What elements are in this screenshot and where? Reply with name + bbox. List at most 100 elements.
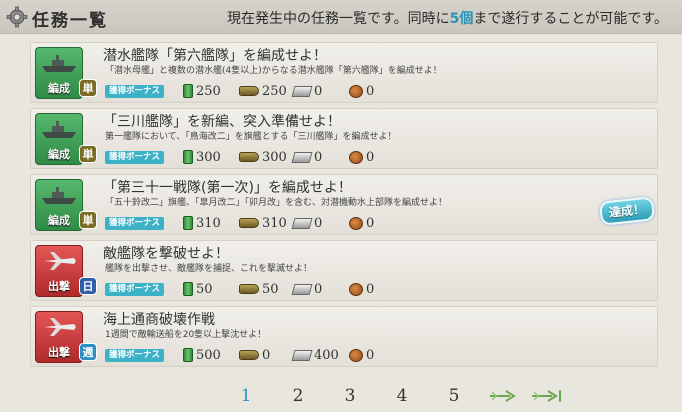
quest-row[interactable]: 出撃 日 敵艦隊を撃破せよ！ 艦隊を出撃させ、敵艦隊を捕捉、これを撃滅せよ！ 獲… xyxy=(30,240,658,301)
category-label: 編成 xyxy=(48,148,70,161)
notice-text-pre: 現在発生中の任務一覧です。同時に xyxy=(227,11,450,27)
reward-ammo-value: 50 xyxy=(262,281,279,297)
reward-bauxite-value: 0 xyxy=(366,347,375,363)
reward-fuel: 250 xyxy=(183,83,221,99)
reward-ammo: 250 xyxy=(239,83,287,99)
page-button-4[interactable]: 4 xyxy=(376,386,428,406)
quest-row[interactable]: 編成 単 「第三十一戦隊(第一次)」を編成せよ！ 「五十鈴改二」旗艦、「皐月改二… xyxy=(30,174,658,235)
bauxite-icon xyxy=(349,282,363,296)
reward-fuel-value: 50 xyxy=(196,281,213,297)
bauxite-icon xyxy=(349,150,363,164)
frequency-badge: 単 xyxy=(79,79,97,97)
reward-steel: 0 xyxy=(291,281,323,297)
fuel-icon xyxy=(183,84,193,98)
fuel-icon xyxy=(183,150,193,164)
quest-title: 敵艦隊を撃破せよ！ xyxy=(103,246,229,262)
ammo-icon xyxy=(239,350,259,360)
reward-steel-value: 0 xyxy=(314,215,323,231)
category-badge-compose: 編成 xyxy=(35,47,83,99)
quest-description: 艦隊を出撃させ、敵艦隊を捕捉、これを撃滅せよ！ xyxy=(105,264,313,274)
bauxite-icon xyxy=(349,348,363,362)
quest-row[interactable]: 編成 単 潜水艦隊「第六艦隊」を編成せよ！ 「潜水母艦」と複数の潜水艦(4隻以上… xyxy=(30,42,658,103)
quest-row[interactable]: 出撃 週 海上通商破壊作戦 1週間で敵輸送船を20隻以上撃沈せよ！ 獲得ボーナス… xyxy=(30,306,658,367)
ammo-icon xyxy=(239,284,259,294)
steel-icon xyxy=(291,283,313,295)
bonus-badge: 獲得ボーナス xyxy=(105,217,165,230)
reward-fuel-value: 310 xyxy=(196,215,221,231)
reward-steel-value: 0 xyxy=(314,149,323,165)
notice-text-post: まで遂行することが可能です。 xyxy=(473,11,668,27)
header-notice: 現在発生中の任務一覧です。同時に5個まで遂行することが可能です。 xyxy=(227,8,668,28)
ammo-icon xyxy=(239,152,259,162)
ammo-icon xyxy=(239,86,259,96)
frequency-badge: 単 xyxy=(79,211,97,229)
reward-bauxite: 0 xyxy=(349,83,374,99)
quest-description: 第一艦隊において、「鳥海改二」を旗艦とする「三川艦隊」を編成せよ！ xyxy=(105,132,397,142)
quest-title: 「第三十一戦隊(第一次)」を編成せよ！ xyxy=(103,180,352,196)
reward-fuel: 50 xyxy=(183,281,213,297)
quest-description: 「潜水母艦」と複数の潜水艦(4隻以上)からなる潜水艦隊「第六艦隊」を編成せよ！ xyxy=(105,66,442,76)
reward-steel: 0 xyxy=(291,83,323,99)
aircraft-icon xyxy=(44,318,76,336)
reward-fuel-value: 250 xyxy=(196,83,221,99)
bonus-badge: 獲得ボーナス xyxy=(105,349,165,362)
reward-bauxite-value: 0 xyxy=(366,83,375,99)
bauxite-icon xyxy=(349,216,363,230)
category-label: 出撃 xyxy=(48,280,70,293)
reward-steel: 0 xyxy=(291,215,323,231)
category-badge-sortie: 出撃 xyxy=(35,245,83,297)
bonus-badge: 獲得ボーナス xyxy=(105,151,165,164)
reward-ammo: 0 xyxy=(239,347,270,363)
reward-steel-value: 0 xyxy=(314,281,323,297)
category-badge-compose: 編成 xyxy=(35,113,83,165)
quest-row[interactable]: 編成 単 「三川艦隊」を新編、突入準備せよ！ 第一艦隊において、「鳥海改二」を旗… xyxy=(30,108,658,169)
bauxite-icon xyxy=(349,84,363,98)
page-button-2[interactable]: 2 xyxy=(272,386,324,406)
page-button-3[interactable]: 3 xyxy=(324,386,376,406)
quest-title: 潜水艦隊「第六艦隊」を編成せよ！ xyxy=(103,48,327,64)
steel-icon xyxy=(291,349,313,361)
reward-ammo-value: 300 xyxy=(262,149,287,165)
warship-icon xyxy=(42,187,76,204)
pagination: 1 2 3 4 5 xyxy=(220,384,564,408)
category-badge-compose: 編成 xyxy=(35,179,83,231)
reward-fuel: 300 xyxy=(183,149,221,165)
page-button-1[interactable]: 1 xyxy=(220,386,272,406)
reward-bauxite: 0 xyxy=(349,215,374,231)
page-button-5[interactable]: 5 xyxy=(428,386,480,406)
reward-ammo-value: 310 xyxy=(262,215,287,231)
steel-icon xyxy=(291,151,313,163)
category-label: 編成 xyxy=(48,82,70,95)
steel-icon xyxy=(291,217,313,229)
reward-bauxite-value: 0 xyxy=(366,281,375,297)
reward-fuel: 310 xyxy=(183,215,221,231)
reward-steel-value: 400 xyxy=(314,347,339,363)
page-title: 任務一覧 xyxy=(32,11,108,31)
aircraft-icon xyxy=(44,252,76,270)
fuel-icon xyxy=(183,282,193,296)
reward-bauxite-value: 0 xyxy=(366,149,375,165)
header-bar: 任務一覧 現在発生中の任務一覧です。同時に5個まで遂行することが可能です。 xyxy=(0,0,682,34)
reward-fuel-value: 500 xyxy=(196,347,221,363)
frequency-badge: 日 xyxy=(79,277,97,295)
ammo-icon xyxy=(239,218,259,228)
reward-ammo: 50 xyxy=(239,281,279,297)
bonus-badge: 獲得ボーナス xyxy=(105,283,165,296)
warship-icon xyxy=(42,121,76,138)
next-page-icon[interactable] xyxy=(488,388,522,404)
fuel-icon xyxy=(183,216,193,230)
last-page-icon[interactable] xyxy=(530,388,564,404)
warship-icon xyxy=(42,55,76,72)
quest-list: 編成 単 潜水艦隊「第六艦隊」を編成せよ！ 「潜水母艦」と複数の潜水艦(4隻以上… xyxy=(30,42,658,372)
reward-steel-value: 0 xyxy=(314,83,323,99)
reward-steel: 0 xyxy=(291,149,323,165)
reward-bauxite: 0 xyxy=(349,347,374,363)
reward-ammo-value: 250 xyxy=(262,83,287,99)
reward-bauxite-value: 0 xyxy=(366,215,375,231)
reward-fuel-value: 300 xyxy=(196,149,221,165)
reward-fuel: 500 xyxy=(183,347,221,363)
reward-ammo-value: 0 xyxy=(262,347,271,363)
quest-description: 「五十鈴改二」旗艦、「皐月改二」「卯月改」を含む、対潜機動水上部隊を編成せよ！ xyxy=(105,198,448,208)
steel-icon xyxy=(291,85,313,97)
bonus-badge: 獲得ボーナス xyxy=(105,85,165,98)
